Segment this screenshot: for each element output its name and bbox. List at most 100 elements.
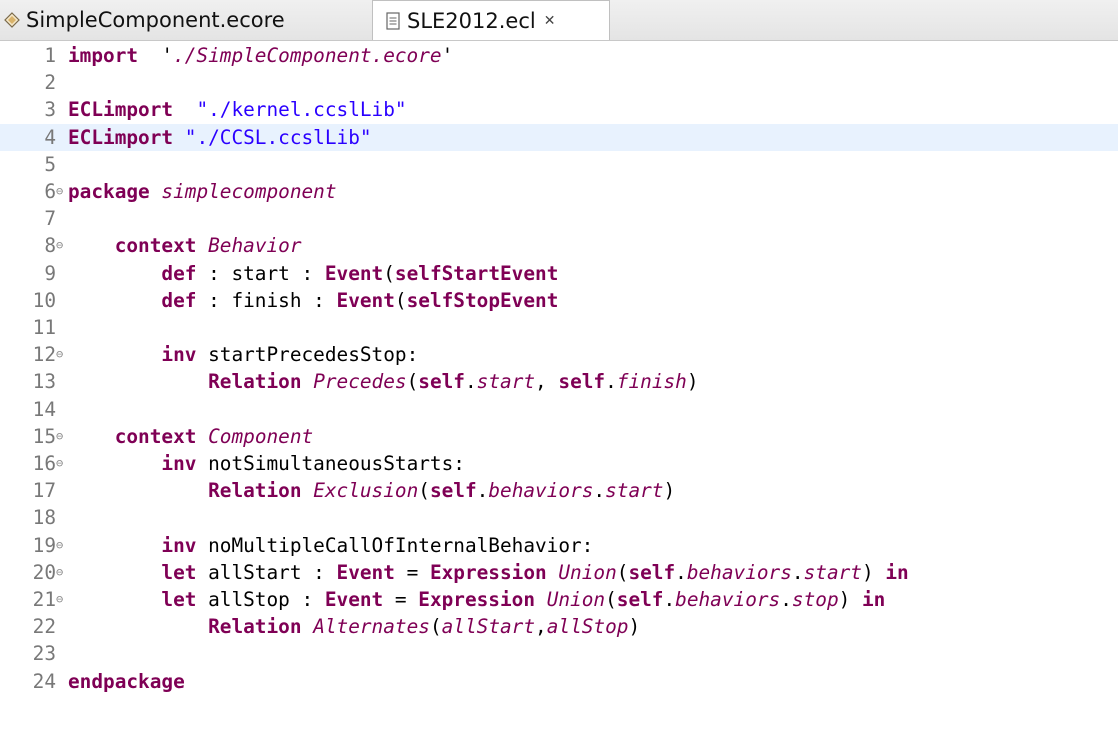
keyword-token: endpackage bbox=[68, 669, 185, 693]
line-number: 1 bbox=[44, 44, 56, 67]
code-line[interactable]: 19 ⊖ inv noMultipleCallOfInternalBehavior… bbox=[0, 532, 1118, 559]
fold-toggle-icon[interactable]: ⊖ bbox=[56, 341, 68, 368]
keyword-token: in bbox=[861, 588, 886, 611]
code-token: ( bbox=[429, 615, 442, 639]
code-token: notSimultaneousStarts: bbox=[196, 452, 465, 475]
fold-toggle-icon[interactable]: ⊖ bbox=[56, 532, 68, 559]
code-token: noMultipleCallOfInternalBehavior: bbox=[196, 533, 594, 557]
line-number: 10 bbox=[32, 288, 56, 312]
code-text: endpackage bbox=[68, 668, 185, 695]
keyword-token: let bbox=[161, 560, 197, 584]
code-token: ) bbox=[663, 479, 676, 503]
code-token: ) bbox=[838, 588, 862, 611]
code-line[interactable]: 1 import './SimpleComponent.ecore' bbox=[0, 42, 1118, 69]
tab-simplecomponent-ecore[interactable]: SimpleComponent.ecore bbox=[2, 0, 360, 40]
keyword-token: self bbox=[628, 560, 676, 584]
code-line[interactable]: 24 endpackage bbox=[0, 668, 1118, 695]
identifier-token: Precedes bbox=[313, 370, 407, 394]
fold-toggle-icon[interactable]: ⊖ bbox=[56, 232, 68, 259]
line-number: 21 bbox=[32, 588, 56, 611]
close-icon[interactable]: ✕ bbox=[544, 13, 556, 29]
identifier-token: finish bbox=[616, 370, 687, 394]
code-line[interactable]: 21 ⊖ let allStop : Event = Expression Uni… bbox=[0, 586, 1118, 613]
line-number: 16 bbox=[32, 452, 56, 475]
string-token: "./kernel.ccslLib" bbox=[196, 98, 407, 122]
code-line[interactable]: 9 def : start : Event(selfStartEvent bbox=[0, 260, 1118, 287]
identifier-token: allStart bbox=[441, 615, 536, 639]
keyword-token: package bbox=[68, 180, 150, 203]
tab-sle2012-ecl[interactable]: SLE2012.ecl ✕ bbox=[372, 0, 610, 40]
identifier-token: Union bbox=[558, 560, 617, 584]
code-token: ) bbox=[628, 615, 641, 639]
code-line[interactable]: 3 ECLimport "./kernel.ccslLib" bbox=[0, 96, 1118, 123]
code-line[interactable]: 20 ⊖ let allStart : Event = Expression Un… bbox=[0, 559, 1118, 586]
code-line[interactable]: 22 Relation Alternates(allStart,allStop) bbox=[0, 613, 1118, 640]
code-line[interactable]: 7 bbox=[0, 205, 1118, 232]
keyword-token: Relation bbox=[208, 615, 302, 639]
code-token: ( bbox=[605, 588, 617, 611]
line-number: 8 bbox=[44, 234, 56, 258]
fold-toggle-icon[interactable]: ⊖ bbox=[56, 559, 68, 586]
keyword-token: self bbox=[406, 288, 454, 312]
code-line[interactable]: 12 ⊖ inv startPrecedesStop: bbox=[0, 341, 1118, 368]
code-text: let allStop : Event = Expression Union(s… bbox=[68, 586, 885, 613]
code-line[interactable]: 18 bbox=[0, 504, 1118, 531]
code-token: ( bbox=[418, 479, 430, 503]
fold-toggle-icon[interactable]: ⊖ bbox=[56, 178, 68, 205]
code-token: ( bbox=[383, 261, 395, 285]
ecore-model-icon bbox=[2, 10, 22, 30]
code-text: import './SimpleComponent.ecore' bbox=[68, 42, 453, 69]
code-token: . bbox=[605, 370, 617, 394]
code-text: inv noMultipleCallOfInternalBehavior: bbox=[68, 532, 593, 559]
line-number: 13 bbox=[32, 370, 56, 394]
code-editor[interactable]: 1 import './SimpleComponent.ecore' 2 3 ECLim… bbox=[0, 41, 1118, 735]
fold-toggle-icon[interactable]: ⊖ bbox=[56, 450, 68, 477]
code-text: Relation Exclusion(self.behaviors.start) bbox=[68, 477, 675, 504]
code-line[interactable]: 2 bbox=[0, 69, 1118, 96]
code-line[interactable]: 23 bbox=[0, 640, 1118, 667]
code-token: . bbox=[791, 560, 804, 584]
tab-label: SimpleComponent.ecore bbox=[26, 8, 285, 32]
keyword-token: Expression bbox=[429, 560, 547, 584]
code-text: Relation Precedes(self.start, self.finis… bbox=[68, 368, 698, 395]
line-number: 7 bbox=[44, 207, 56, 231]
fold-toggle-icon[interactable]: ⊖ bbox=[56, 423, 68, 450]
line-number: 12 bbox=[32, 343, 56, 367]
fold-toggle-icon[interactable]: ⊖ bbox=[56, 586, 68, 613]
code-token: ' bbox=[441, 44, 454, 67]
code-token: . bbox=[476, 479, 489, 503]
keyword-token: def bbox=[161, 288, 197, 312]
code-line[interactable]: 16 ⊖ inv notSimultaneousStarts: bbox=[0, 450, 1118, 477]
code-line[interactable]: 10 def : finish : Event(selfStopEvent bbox=[0, 287, 1118, 314]
string-token: "./CCSL.ccslLib" bbox=[184, 125, 372, 149]
identifier-token: start bbox=[605, 479, 664, 503]
code-line[interactable]: 13 Relation Precedes(self.start, self.fi… bbox=[0, 368, 1118, 395]
text-file-icon bbox=[383, 11, 403, 31]
code-line[interactable]: 4 ECLimport "./CCSL.ccslLib" bbox=[0, 123, 1118, 151]
code-token: = bbox=[383, 588, 419, 611]
code-line[interactable]: 15 ⊖ context Component bbox=[0, 423, 1118, 450]
code-token: . bbox=[675, 560, 687, 584]
code-line[interactable]: 11 bbox=[0, 314, 1118, 341]
line-number: 9 bbox=[44, 261, 56, 285]
code-line[interactable]: 6 ⊖ package simplecomponent bbox=[0, 178, 1118, 205]
code-line[interactable]: 5 bbox=[0, 151, 1118, 178]
code-token: ( bbox=[406, 370, 419, 394]
keyword-token: context bbox=[114, 424, 197, 448]
code-line[interactable]: 8 ⊖ context Behavior bbox=[0, 232, 1118, 259]
code-line[interactable]: 14 bbox=[0, 396, 1118, 423]
code-line[interactable]: 17 Relation Exclusion(self.behaviors.sta… bbox=[0, 477, 1118, 504]
line-number: 19 bbox=[32, 533, 56, 557]
line-number: 4 bbox=[44, 125, 56, 149]
